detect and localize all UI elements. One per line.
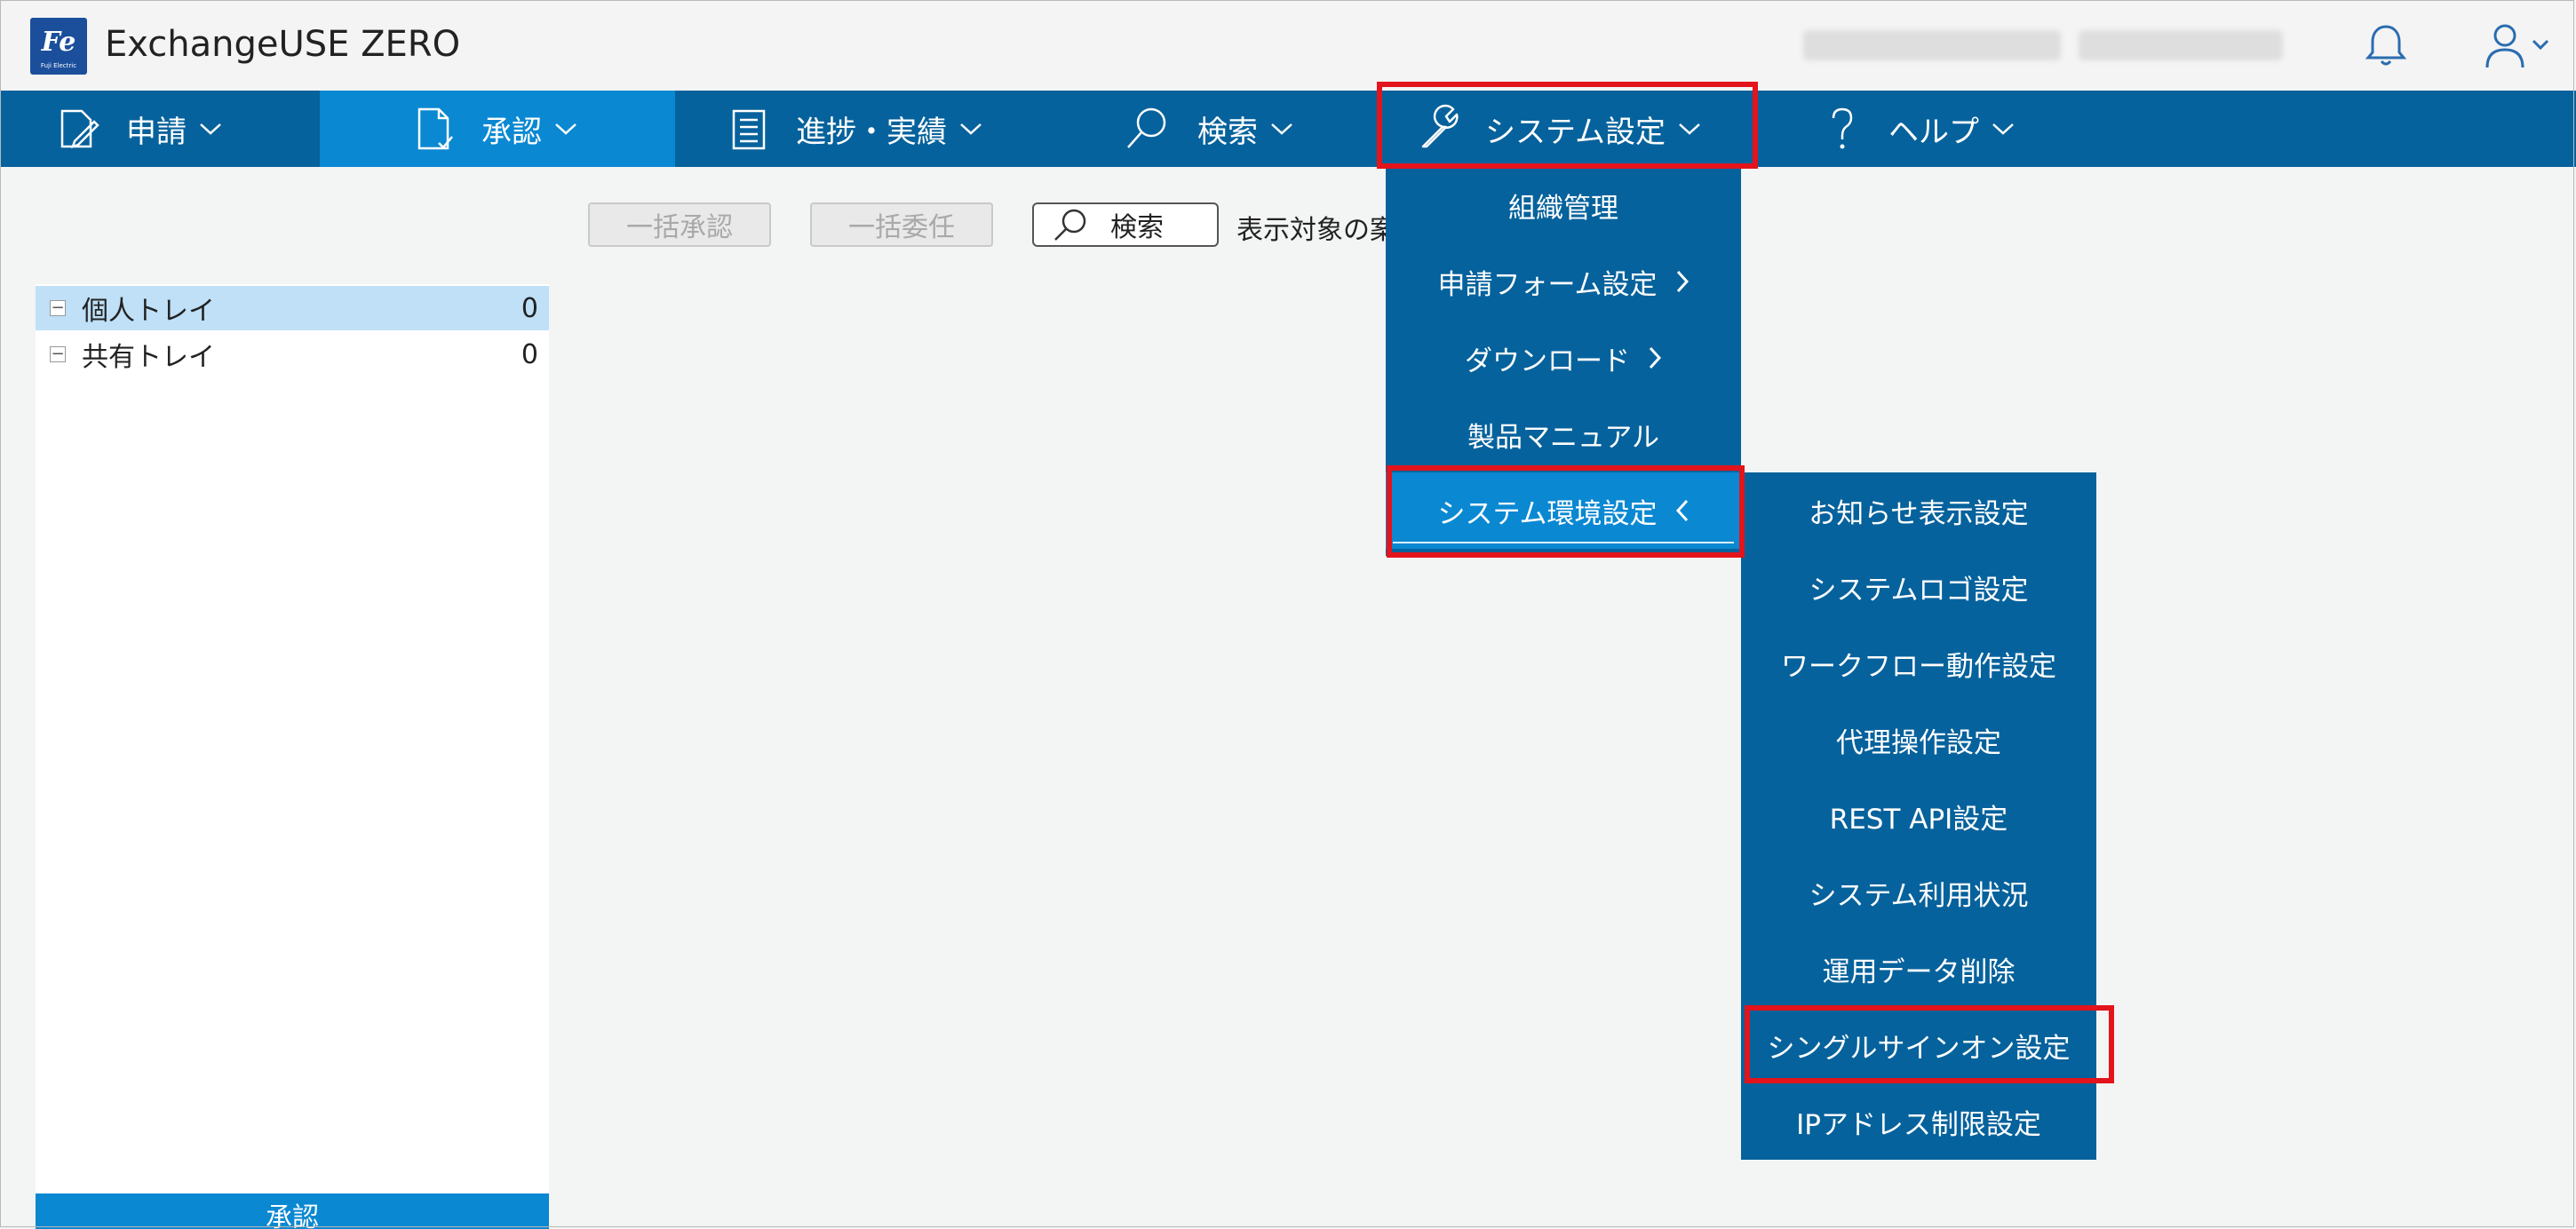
chevron-down-icon bbox=[1679, 123, 1700, 135]
main-nav: 申請 承認 進捗・実績 検索 システム設定 ヘルプ bbox=[0, 91, 2576, 167]
bell-icon[interactable] bbox=[2357, 20, 2414, 71]
search-icon bbox=[1054, 209, 1086, 241]
submenu-item-ip-restriction[interactable]: IPアドレス制限設定 bbox=[1741, 1083, 2096, 1160]
submenu-item-label: システム利用状況 bbox=[1809, 879, 2029, 912]
chevron-down-icon bbox=[555, 123, 576, 135]
logo-mark: Fe bbox=[41, 27, 76, 58]
submenu-item-label: ワークフロー動作設定 bbox=[1781, 650, 2056, 683]
nav-system-settings[interactable]: システム設定 bbox=[1386, 91, 1750, 167]
submenu-item-label: 代理操作設定 bbox=[1836, 726, 2001, 759]
system-settings-menu: 組織管理 申請フォーム設定 ダウンロード 製品マニュアル システム環境設定 bbox=[1386, 167, 1741, 556]
tray-label: 共有トレイ bbox=[82, 342, 215, 373]
chevron-down-icon bbox=[960, 123, 982, 135]
menu-item-label: ダウンロード bbox=[1465, 345, 1630, 377]
submenu-item-workflow-behavior[interactable]: ワークフロー動作設定 bbox=[1741, 625, 2096, 702]
wrench-icon bbox=[1421, 104, 1459, 148]
submenu-item-label: REST API設定 bbox=[1829, 803, 2008, 836]
nav-progress[interactable]: 進捗・実績 bbox=[675, 91, 1057, 167]
nav-search-label: 検索 bbox=[1197, 114, 1258, 150]
doc-check-icon bbox=[417, 107, 453, 150]
collapse-icon[interactable]: − bbox=[50, 346, 66, 362]
system-env-submenu: お知らせ表示設定 システムロゴ設定 ワークフロー動作設定 代理操作設定 REST… bbox=[1741, 472, 2096, 1160]
menu-item-label: 組織管理 bbox=[1508, 192, 1618, 225]
user-icon[interactable] bbox=[2480, 20, 2560, 71]
clipboard-icon bbox=[732, 109, 766, 150]
chevron-right-icon bbox=[1649, 346, 1662, 369]
submenu-item-system-logo[interactable]: システムロゴ設定 bbox=[1741, 549, 2096, 625]
tray-count: 0 bbox=[521, 292, 538, 324]
menu-item-label: 申請フォーム設定 bbox=[1437, 268, 1658, 301]
user-info-redacted bbox=[2079, 30, 2283, 60]
nav-apply-label: 申請 bbox=[126, 114, 187, 150]
menu-item-form-settings[interactable]: 申請フォーム設定 bbox=[1386, 243, 1741, 320]
submenu-item-label: IPアドレス制限設定 bbox=[1796, 1108, 2041, 1141]
submenu-item-single-sign-on[interactable]: シングルサインオン設定 bbox=[1741, 1007, 2096, 1083]
chevron-down-icon bbox=[200, 123, 221, 135]
menu-item-org-management[interactable]: 組織管理 bbox=[1386, 167, 1741, 243]
app-logo[interactable]: Fe Fuji Electric bbox=[30, 18, 87, 75]
nav-progress-label: 進捗・実績 bbox=[796, 114, 947, 150]
nav-approve-label: 承認 bbox=[481, 114, 542, 150]
nav-help[interactable]: ヘルプ bbox=[1750, 91, 2105, 167]
tray-item-shared[interactable]: − 共有トレイ 0 bbox=[36, 332, 549, 377]
tray-label: 個人トレイ bbox=[82, 296, 215, 327]
search-button-label: 検索 bbox=[1110, 212, 1164, 243]
chevron-down-icon bbox=[1271, 123, 1292, 135]
nav-approve[interactable]: 承認 bbox=[320, 91, 675, 167]
chevron-down-icon bbox=[1992, 123, 2014, 135]
submenu-item-system-usage[interactable]: システム利用状況 bbox=[1741, 854, 2096, 931]
menu-item-label: システム環境設定 bbox=[1437, 497, 1658, 530]
help-icon bbox=[1832, 107, 1853, 149]
active-underline bbox=[1393, 542, 1734, 543]
nav-system-settings-label: システム設定 bbox=[1485, 114, 1666, 150]
nav-help-label: ヘルプ bbox=[1888, 114, 1979, 150]
menu-item-product-manual[interactable]: 製品マニュアル bbox=[1386, 396, 1741, 472]
nav-apply[interactable]: 申請 bbox=[0, 91, 320, 167]
chevron-left-icon bbox=[1675, 499, 1688, 522]
submenu-item-label: 運用データ削除 bbox=[1822, 955, 2015, 988]
tray-panel: − 個人トレイ 0 − 共有トレイ 0 bbox=[36, 284, 549, 1229]
app-header: Fe Fuji Electric ExchangeUSE ZERO bbox=[0, 0, 2576, 91]
search-icon bbox=[1127, 107, 1166, 148]
collapse-icon[interactable]: − bbox=[50, 300, 66, 316]
app-title: ExchangeUSE ZERO bbox=[105, 24, 461, 65]
bulk-delegate-button[interactable]: 一括委任 bbox=[810, 202, 993, 247]
approve-footer-button[interactable]: 承認 bbox=[36, 1193, 549, 1229]
tray-count: 0 bbox=[521, 338, 538, 370]
search-button[interactable]: 検索 bbox=[1032, 202, 1219, 247]
submenu-item-label: お知らせ表示設定 bbox=[1809, 497, 2029, 530]
submenu-item-label: システムロゴ設定 bbox=[1809, 574, 2029, 607]
logo-caption: Fuji Electric bbox=[40, 62, 77, 69]
display-target-label: 表示対象の案 bbox=[1236, 215, 1396, 246]
nav-search[interactable]: 検索 bbox=[1057, 91, 1386, 167]
chevron-right-icon bbox=[1676, 270, 1689, 293]
submenu-item-data-deletion[interactable]: 運用データ削除 bbox=[1741, 931, 2096, 1007]
menu-item-label: 製品マニュアル bbox=[1467, 421, 1660, 454]
submenu-item-label: シングルサインオン設定 bbox=[1767, 1032, 2071, 1065]
submenu-item-rest-api[interactable]: REST API設定 bbox=[1741, 778, 2096, 854]
submenu-item-notice-display[interactable]: お知らせ表示設定 bbox=[1741, 472, 2096, 549]
menu-item-download[interactable]: ダウンロード bbox=[1386, 320, 1741, 396]
bulk-approve-button[interactable]: 一括承認 bbox=[588, 202, 771, 247]
menu-item-system-env-settings[interactable]: システム環境設定 bbox=[1386, 472, 1741, 549]
tray-item-personal[interactable]: − 個人トレイ 0 bbox=[36, 286, 549, 330]
user-info-redacted bbox=[1803, 30, 2061, 60]
pencil-doc-icon bbox=[60, 109, 99, 148]
submenu-item-proxy-operation[interactable]: 代理操作設定 bbox=[1741, 702, 2096, 778]
